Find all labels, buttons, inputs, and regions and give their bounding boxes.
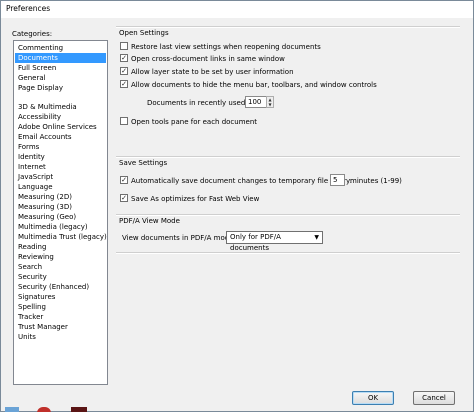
category-item[interactable]: Forms [15, 142, 106, 152]
preferences-dialog: Preferences Categories: Commenting Docume… [0, 0, 474, 412]
category-item[interactable]: Units [15, 332, 106, 342]
restore-last-view-checkbox[interactable] [120, 42, 128, 50]
title-bar: Preferences [1, 1, 473, 18]
category-item[interactable]: Identity [15, 152, 106, 162]
open-cross-doc-option[interactable]: ✓ Open cross-document links in same windo… [120, 54, 285, 64]
category-item[interactable]: Reading [15, 242, 106, 252]
allow-hide-menu-checkbox[interactable]: ✓ [120, 80, 128, 88]
open-settings-title: Open Settings [119, 29, 169, 37]
pdfa-title: PDF/A View Mode [119, 217, 180, 225]
open-cross-doc-checkbox[interactable]: ✓ [120, 54, 128, 62]
taskbar-app-icon [5, 407, 19, 412]
recent-list-input[interactable]: 100 [245, 96, 267, 108]
open-settings-divider [116, 26, 460, 28]
pdfa-bottom-divider [116, 252, 460, 254]
taskbar-app-icon [37, 407, 51, 412]
open-tools-pane-option[interactable]: Open tools pane for each document [120, 117, 257, 127]
recent-list-label: Documents in recently used list: [147, 99, 261, 107]
category-item[interactable]: Tracker [15, 312, 106, 322]
recent-list-stepper[interactable]: ▲ ▼ [266, 96, 274, 108]
category-item[interactable]: Documents [15, 53, 106, 63]
taskbar-app-icon [71, 407, 87, 412]
autosave-label: Automatically save document changes to t… [131, 177, 353, 185]
save-settings-divider [116, 156, 460, 158]
window-title: Preferences [6, 4, 51, 13]
restore-last-view-option[interactable]: Restore last view settings when reopenin… [120, 42, 321, 52]
category-item[interactable]: Commenting [15, 43, 106, 53]
open-tools-pane-label: Open tools pane for each document [131, 118, 258, 126]
allow-layer-state-option[interactable]: ✓ Allow layer state to be set by user inf… [120, 67, 294, 77]
open-cross-doc-label: Open cross-document links in same window [131, 55, 285, 63]
category-item[interactable]: Security (Enhanced) [15, 282, 106, 292]
allow-layer-state-checkbox[interactable]: ✓ [120, 67, 128, 75]
category-item[interactable]: JavaScript [15, 172, 106, 182]
pdfa-divider [116, 214, 460, 216]
category-item[interactable]: Multimedia (legacy) [15, 222, 106, 232]
category-item[interactable]: Measuring (2D) [15, 192, 106, 202]
autosave-minutes-input[interactable]: 5 [330, 174, 345, 186]
category-item[interactable]: Email Accounts [15, 132, 106, 142]
allow-layer-state-label: Allow layer state to be set by user info… [131, 68, 294, 76]
category-item[interactable]: Internet [15, 162, 106, 172]
category-item[interactable]: Security [15, 272, 106, 282]
category-item[interactable]: Reviewing [15, 252, 106, 262]
save-settings-title: Save Settings [119, 159, 168, 167]
restore-last-view-label: Restore last view settings when reopenin… [131, 43, 321, 51]
categories-label: Categories: [12, 30, 53, 38]
pdfa-view-select[interactable]: Only for PDF/A documents ▼ [226, 231, 323, 252]
allow-hide-menu-option[interactable]: ✓ Allow documents to hide the menu bar, t… [120, 80, 377, 90]
autosave-unit-label: minutes (1-99) [350, 177, 402, 185]
category-item[interactable]: Accessibility [15, 112, 106, 122]
category-item[interactable]: Full Screen [15, 63, 106, 73]
category-item[interactable]: 3D & Multimedia [15, 102, 106, 112]
category-item[interactable]: Adobe Online Services [15, 122, 106, 132]
category-item[interactable]: General [15, 73, 106, 83]
cancel-button[interactable]: Cancel [413, 391, 455, 405]
autosave-checkbox[interactable]: ✓ [120, 176, 128, 184]
fast-web-view-label: Save As optimizes for Fast Web View [131, 195, 260, 203]
category-item[interactable]: Search [15, 262, 106, 272]
category-item[interactable]: Multimedia Trust (legacy) [15, 232, 107, 242]
chevron-down-icon: ▼ [314, 234, 319, 241]
category-item[interactable]: Measuring (3D) [15, 202, 106, 212]
category-item[interactable]: Signatures [15, 292, 106, 302]
pdfa-view-value: Only for PDF/A documents [230, 233, 281, 252]
fast-web-view-checkbox[interactable]: ✓ [120, 194, 128, 202]
fast-web-view-option[interactable]: ✓ Save As optimizes for Fast Web View [120, 194, 259, 204]
category-item[interactable]: Language [15, 182, 106, 192]
allow-hide-menu-label: Allow documents to hide the menu bar, to… [131, 81, 377, 89]
pdfa-view-label: View documents in PDF/A mode: [122, 234, 236, 242]
category-item[interactable]: Page Display [15, 83, 106, 93]
autosave-option[interactable]: ✓ Automatically save document changes to … [120, 176, 352, 186]
categories-list[interactable]: Commenting Documents Full Screen General Pag… [13, 40, 108, 385]
open-tools-pane-checkbox[interactable] [120, 117, 128, 125]
category-item[interactable]: Measuring (Geo) [15, 212, 106, 222]
ok-button[interactable]: OK [352, 391, 394, 405]
category-item[interactable]: Spelling [15, 302, 106, 312]
category-item[interactable]: Trust Manager [15, 322, 106, 332]
